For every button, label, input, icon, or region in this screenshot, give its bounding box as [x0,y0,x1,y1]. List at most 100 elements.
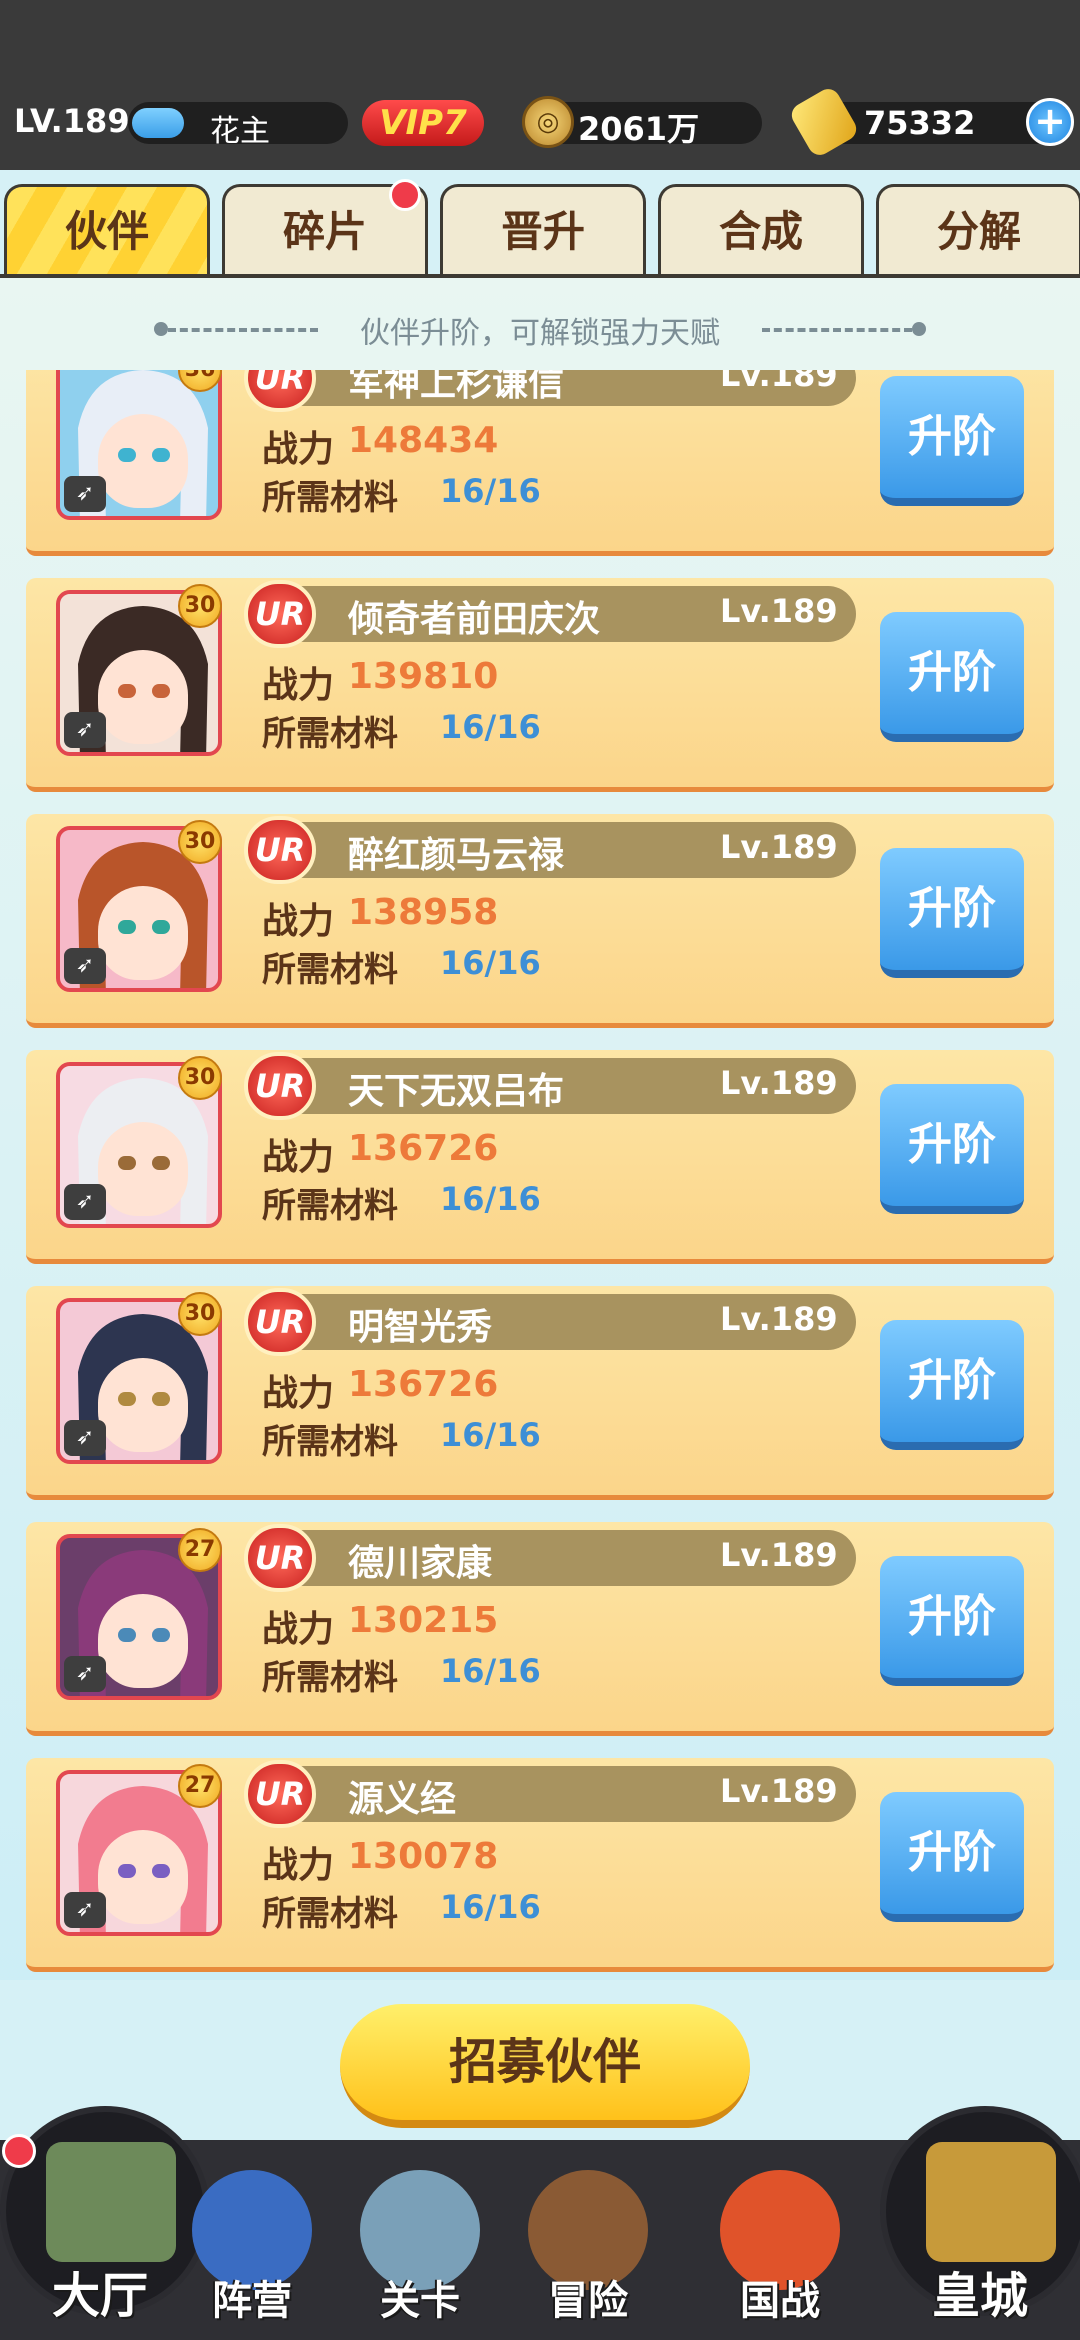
hero-card[interactable]: ➶ 27 UR 源义经 Lv.189 战力 130078 所需材料 16/16 … [26,1758,1054,1972]
hero-level: Lv.189 [720,1536,838,1574]
class-arrow-icon: ➶ [64,1420,106,1456]
hero-face [98,886,188,980]
hero-list[interactable]: ➶ 36 UR 军神上杉谦信 Lv.189 战力 148434 所需材料 16/… [0,370,1080,1980]
hero-eye-left [118,1864,136,1878]
hero-card[interactable]: ➶ 27 UR 德川家康 Lv.189 战力 130215 所需材料 16/16… [26,1522,1054,1736]
power-value: 130078 [348,1836,499,1877]
upgrade-button[interactable]: 升阶 [880,848,1024,978]
tab-fragments[interactable]: 碎片 [222,179,428,276]
hero-name: 源义经 [348,1779,457,1820]
materials-value: 16/16 [440,1416,541,1454]
coin-icon: ◎ [522,96,574,148]
nav-map-scroll[interactable]: 阵营 [172,2170,332,2340]
nav-label: 国战 [740,2278,820,2324]
hero-eye-left [118,920,136,934]
hero-face [98,1594,188,1688]
power-value: 138958 [348,892,499,933]
player-name-pill[interactable]: 花主 [128,102,348,149]
upgrade-button[interactable]: 升阶 [880,376,1024,506]
nav-palace[interactable]: 皇城 [870,2106,1080,2340]
tab-synthesize[interactable]: 合成 [658,184,864,276]
materials-label: 所需材料 [262,1422,398,1462]
hero-eye-right [152,1392,170,1406]
tab-bar: 伙伴 碎片 晋升 合成 分解 [0,179,1080,276]
power-value: 136726 [348,1128,499,1169]
gold-ingot-icon [787,84,861,160]
recruit-partner-button[interactable]: 招募伙伴 [340,2004,750,2128]
upgrade-button[interactable]: 升阶 [880,1556,1024,1686]
materials-label: 所需材料 [262,1186,398,1226]
hero-name: 倾奇者前田庆次 [348,599,601,640]
nav-ship[interactable]: 冒险 [508,2170,668,2340]
star-count-badge: 30 [178,1292,222,1336]
hero-card[interactable]: ➶ 30 UR 天下无双吕布 Lv.189 战力 136726 所需材料 16/… [26,1050,1054,1264]
hero-level: Lv.189 [720,592,838,630]
tab-label: 分解 [936,207,1021,256]
tab-label: 合成 [718,207,803,256]
hero-level: Lv.189 [720,370,838,394]
rarity-badge: UR [244,580,316,648]
nav-label: 皇城 [931,2268,1028,2324]
hero-name: 明智光秀 [348,1307,493,1348]
upgrade-button[interactable]: 升阶 [880,1320,1024,1450]
star-count-badge: 27 [178,1764,222,1808]
star-count-badge: 27 [178,1528,222,1572]
hero-eye-left [118,684,136,698]
nav-war-banner[interactable]: 国战 [700,2170,860,2340]
resource-row: LV.189 花主 VIP7 ◎ 2061万 75332 + [0,84,1080,160]
upgrade-button[interactable]: 升阶 [880,612,1024,742]
power-value: 148434 [348,420,499,461]
power-label: 战力 [262,1845,335,1886]
hero-card[interactable]: ➶ 36 UR 军神上杉谦信 Lv.189 战力 148434 所需材料 16/… [26,370,1054,556]
nav-label: 关卡 [380,2278,460,2324]
nav-label: 阵营 [212,2278,292,2324]
hero-eye-right [152,1864,170,1878]
star-count-badge: 30 [178,1056,222,1100]
hero-level: Lv.189 [720,1300,838,1338]
upgrade-button[interactable]: 升阶 [880,1084,1024,1214]
nav-label: 冒险 [548,2278,628,2324]
materials-value: 16/16 [440,1652,541,1690]
materials-value: 16/16 [440,1888,541,1926]
red-dot-badge [389,179,421,211]
class-arrow-icon: ➶ [64,712,106,748]
hero-face [98,650,188,744]
hero-face [98,1830,188,1924]
tab-label: 伙伴 [64,207,149,256]
hero-name: 醉红颜马云禄 [348,835,565,876]
hero-card[interactable]: ➶ 30 UR 明智光秀 Lv.189 战力 136726 所需材料 16/16… [26,1286,1054,1500]
rarity-badge: UR [244,1288,316,1356]
hero-eye-right [152,684,170,698]
vip-badge[interactable]: VIP7 [362,100,484,146]
power-label: 战力 [262,1137,335,1178]
tab-disassemble[interactable]: 分解 [876,184,1080,276]
hero-card[interactable]: ➶ 30 UR 倾奇者前田庆次 Lv.189 战力 139810 所需材料 16… [26,578,1054,792]
hero-eye-right [152,920,170,934]
upgrade-button[interactable]: 升阶 [880,1792,1024,1922]
add-gold-button[interactable]: + [1026,98,1074,146]
gold-amount: 75332 [864,104,976,142]
hero-eye-right [152,1628,170,1642]
materials-value: 16/16 [440,472,541,510]
materials-label: 所需材料 [262,478,398,518]
bottom-nav: 大厅 阵营 关卡 冒险 国战 皇城 [0,2106,1080,2340]
rarity-badge: UR [244,1760,316,1828]
coin-counter[interactable]: ◎ 2061万 [522,96,762,148]
tab-label: 碎片 [282,207,367,256]
power-value: 130215 [348,1600,499,1641]
hero-portrait[interactable]: ➶ [56,370,222,520]
hero-name: 军神上杉谦信 [348,370,565,404]
tab-partners[interactable]: 伙伴 [4,184,210,276]
tab-promote[interactable]: 晋升 [440,184,646,276]
hero-eye-left [118,1392,136,1406]
exp-bar [132,108,184,138]
hero-face [98,1122,188,1216]
gold-counter[interactable]: 75332 [787,84,1058,160]
nav-crossed-swords[interactable]: 关卡 [340,2170,500,2340]
castle-icon [46,2142,176,2262]
hero-eye-left [118,448,136,462]
class-arrow-icon: ➶ [64,1184,106,1220]
hero-card[interactable]: ➶ 30 UR 醉红颜马云禄 Lv.189 战力 138958 所需材料 16/… [26,814,1054,1028]
rarity-badge: UR [244,1052,316,1120]
top-status-bar: LV.189 花主 VIP7 ◎ 2061万 75332 + [0,0,1080,170]
